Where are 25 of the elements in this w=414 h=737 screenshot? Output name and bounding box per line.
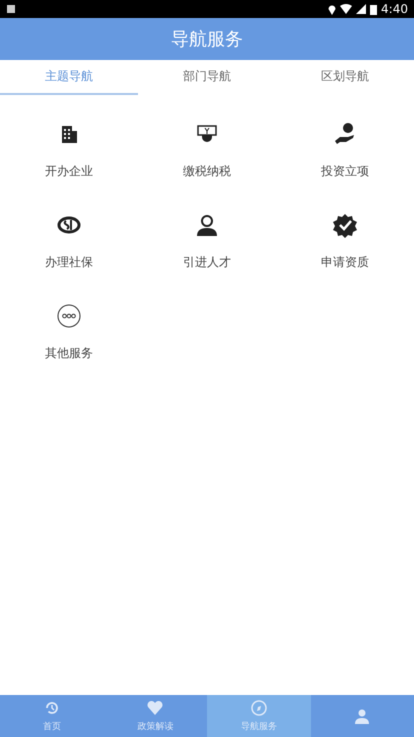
service-label[interactable]: 其他服务 — [45, 345, 93, 362]
location-icon — [328, 4, 336, 14]
notification-icon — [6, 4, 16, 14]
service-label[interactable]: 缴税纳税 — [183, 163, 231, 180]
nav-label: 首页 — [42, 720, 61, 733]
compass-icon — [250, 699, 268, 717]
person-icon — [194, 212, 220, 238]
nav-label: 政策解读 — [137, 720, 174, 733]
verified-badge-icon — [332, 212, 358, 238]
battery-icon — [370, 4, 378, 14]
user-icon — [353, 707, 372, 725]
service-label[interactable]: 申请资质 — [321, 254, 369, 271]
heart-icon — [146, 699, 164, 717]
category-tab[interactable]: 区划导航 — [276, 60, 414, 95]
category-tab[interactable]: 部门导航 — [138, 60, 276, 95]
service-label[interactable]: 办理社保 — [45, 254, 93, 271]
header-title: 导航服务 — [171, 28, 243, 51]
nav-label: 导航服务 — [240, 720, 277, 733]
service-label[interactable]: 引进人才 — [183, 254, 231, 271]
status-time: 4:40 — [381, 2, 408, 16]
service-label[interactable]: 开办企业 — [45, 163, 93, 180]
signal-icon — [356, 4, 366, 14]
service-label[interactable]: 投资立项 — [321, 163, 369, 180]
more-icon — [56, 303, 82, 329]
wifi-icon — [340, 4, 352, 14]
